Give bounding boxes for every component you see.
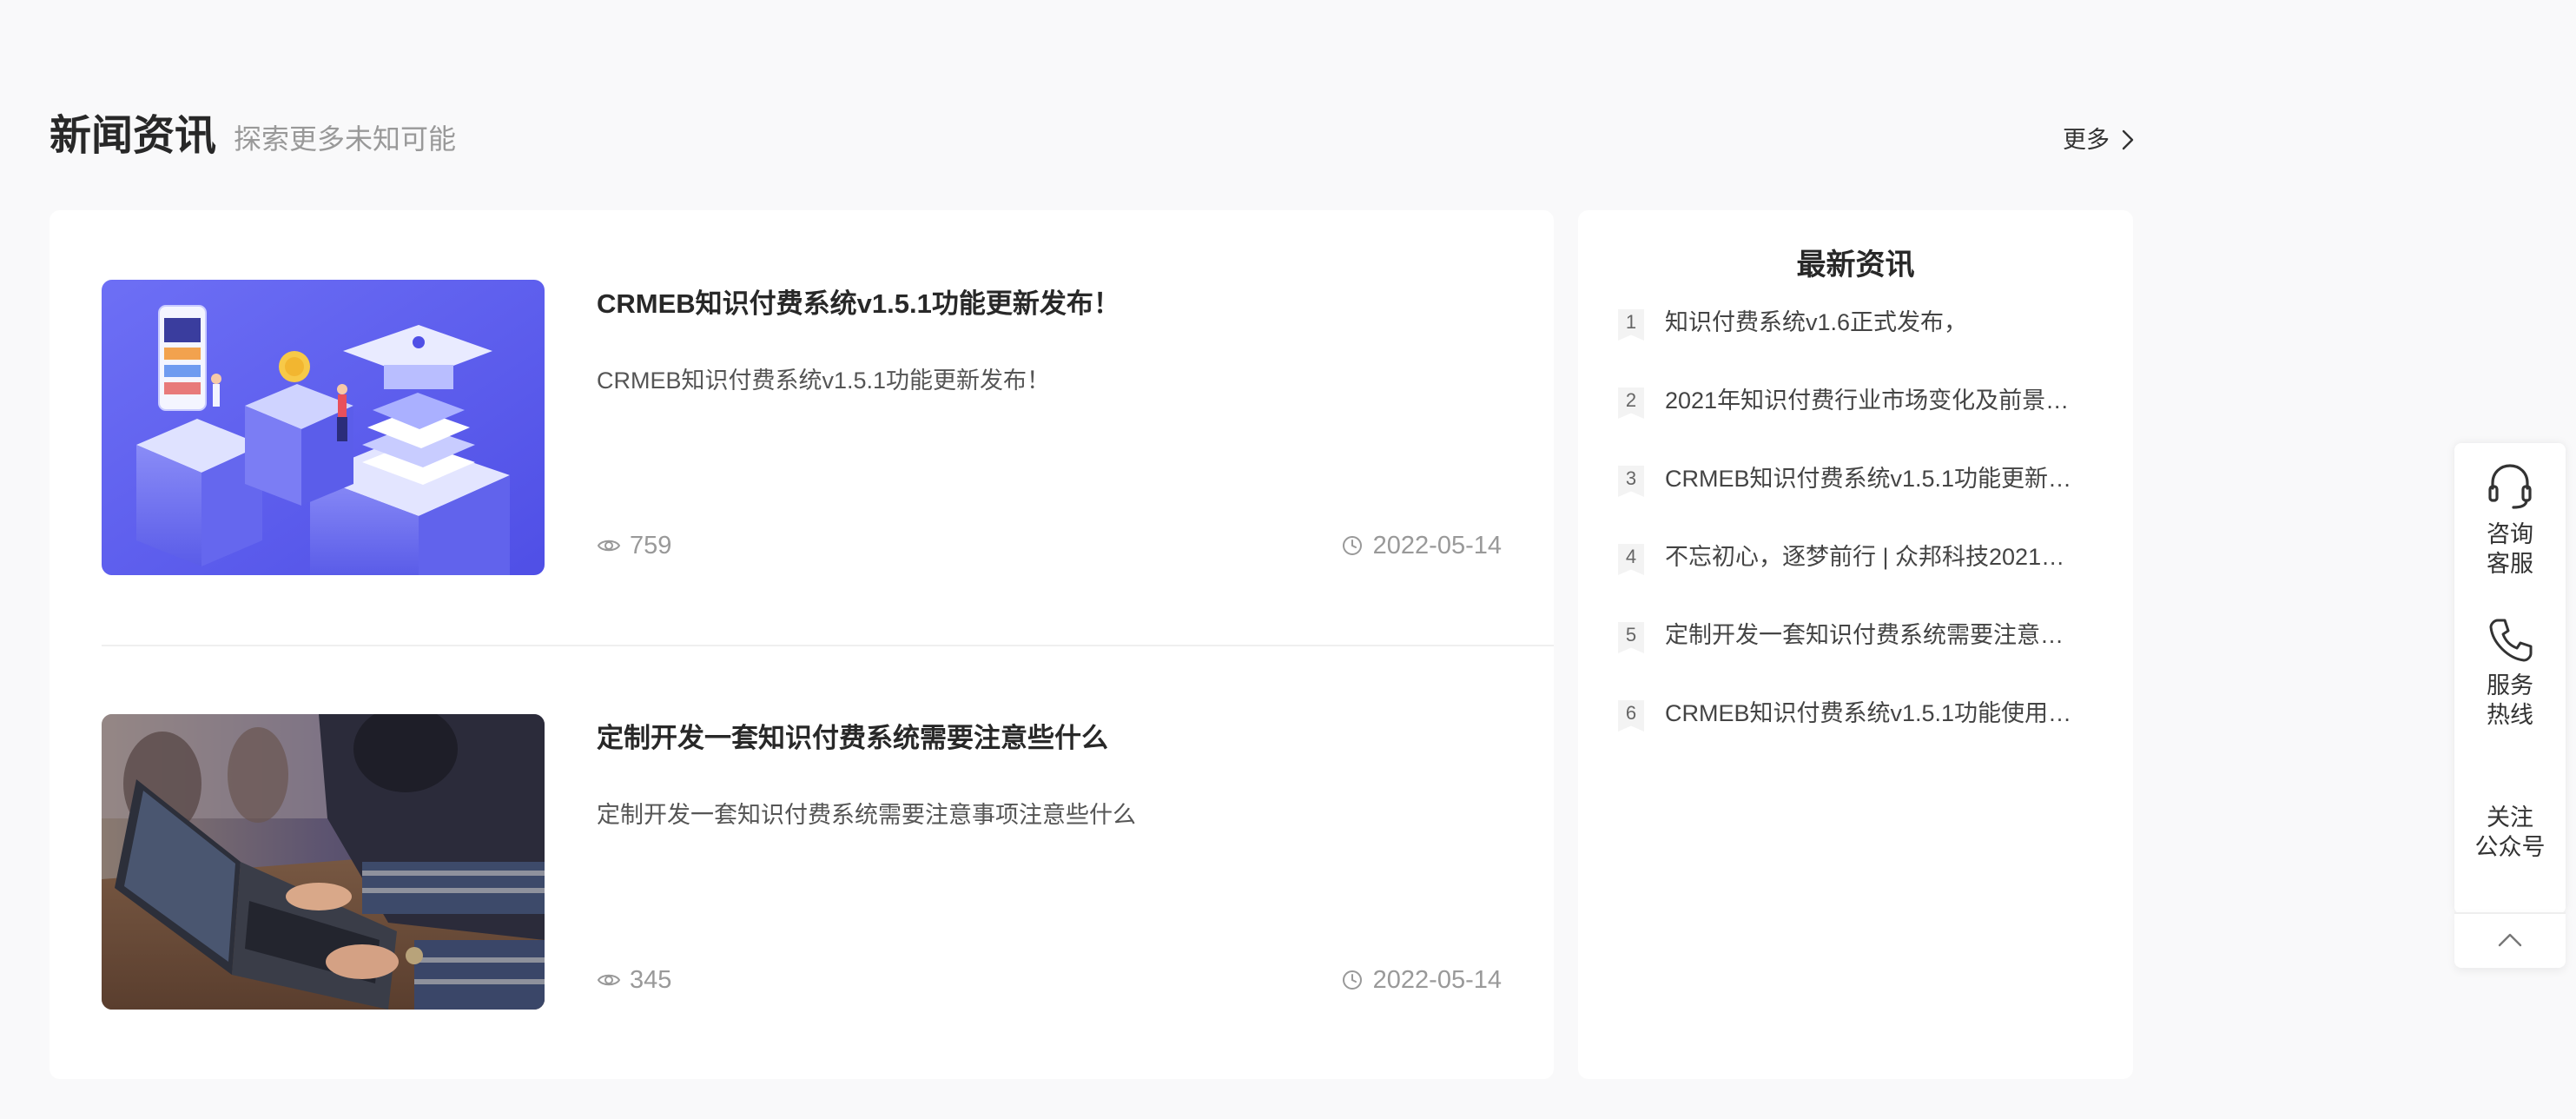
hotline-label-line1: 服务 bbox=[2487, 672, 2533, 699]
follow-label-line1: 关注 bbox=[2487, 804, 2533, 831]
article-thumbnail[interactable] bbox=[102, 280, 545, 575]
latest-news-item[interactable]: 3 CRMEB知识付费系统v1.5.1功能更新… bbox=[1618, 466, 2104, 544]
section-title: 新闻资讯 bbox=[50, 113, 217, 159]
news-article[interactable]: CRMEB知识付费系统v1.5.1功能更新发布！ CRMEB知识付费系统v1.5… bbox=[102, 280, 1554, 575]
rank-badge: 3 bbox=[1618, 466, 1644, 497]
latest-news-list: 1 知识付费系统v1.6正式发布， 2 2021年知识付费行业市场变化及前景… … bbox=[1618, 309, 2104, 778]
article-date-text: 2022-05-14 bbox=[1372, 532, 1502, 560]
news-list-panel: CRMEB知识付费系统v1.5.1功能更新发布！ CRMEB知识付费系统v1.5… bbox=[50, 210, 1554, 1079]
article-date: 2022-05-14 bbox=[1342, 963, 1502, 997]
more-link-label: 更多 bbox=[2063, 127, 2110, 153]
latest-news-text: 知识付费系统v1.6正式发布， bbox=[1665, 309, 1968, 335]
article-views-count: 759 bbox=[630, 532, 672, 560]
news-article[interactable]: 定制开发一套知识付费系统需要注意些什么 定制开发一套知识付费系统需要注意事项注意… bbox=[102, 714, 1554, 1010]
isometric-platform-illustration bbox=[102, 280, 545, 575]
follow-official-account-button[interactable]: 关注 公众号 bbox=[2454, 803, 2566, 862]
article-title[interactable]: CRMEB知识付费系统v1.5.1功能更新发布！ bbox=[597, 285, 1120, 323]
phone-icon bbox=[2489, 619, 2533, 662]
article-date-text: 2022-05-14 bbox=[1372, 966, 1502, 994]
section-subtitle: 探索更多未知可能 bbox=[234, 123, 457, 155]
latest-news-text: CRMEB知识付费系统v1.5.1功能更新… bbox=[1665, 466, 2072, 492]
follow-label-line2: 公众号 bbox=[2474, 834, 2546, 860]
chevron-up-icon bbox=[2498, 933, 2522, 947]
eye-icon bbox=[597, 974, 621, 986]
article-title[interactable]: 定制开发一套知识付费系统需要注意些什么 bbox=[597, 719, 1108, 758]
laptop-photo-illustration bbox=[102, 714, 545, 1010]
hotline-label-line2: 热线 bbox=[2487, 702, 2533, 728]
article-summary: CRMEB知识付费系统v1.5.1功能更新发布！ bbox=[597, 367, 1051, 394]
eye-icon bbox=[597, 540, 621, 552]
latest-news-item[interactable]: 4 不忘初心，逐梦前行 | 众邦科技2021… bbox=[1618, 544, 2104, 622]
clock-icon bbox=[1342, 536, 1362, 555]
chevron-right-icon bbox=[2122, 129, 2134, 150]
latest-news-item[interactable]: 2 2021年知识付费行业市场变化及前景… bbox=[1618, 387, 2104, 466]
latest-news-panel: 最新资讯 1 知识付费系统v1.6正式发布， 2 2021年知识付费行业市场变化… bbox=[1578, 210, 2133, 1079]
latest-news-item[interactable]: 5 定制开发一套知识付费系统需要注意… bbox=[1618, 622, 2104, 700]
article-views-count: 345 bbox=[630, 966, 672, 994]
rank-badge: 4 bbox=[1618, 544, 1644, 575]
article-summary: 定制开发一套知识付费系统需要注意事项注意些什么 bbox=[597, 802, 1136, 828]
consult-label-line1: 咨询 bbox=[2487, 521, 2533, 547]
latest-news-title: 最新资讯 bbox=[1796, 248, 1915, 281]
consult-label-line2: 客服 bbox=[2487, 551, 2533, 577]
floating-side-toolbar: 咨询 客服 服务 热线 关注 公众号 bbox=[2454, 443, 2566, 914]
more-link[interactable]: 更多 bbox=[2063, 122, 2134, 158]
consult-service-button[interactable]: 咨询 客服 bbox=[2454, 457, 2566, 579]
latest-news-item[interactable]: 1 知识付费系统v1.6正式发布， bbox=[1618, 309, 2104, 387]
back-to-top-button[interactable] bbox=[2454, 912, 2566, 968]
article-divider bbox=[102, 645, 1554, 646]
rank-badge: 2 bbox=[1618, 387, 1644, 419]
rank-badge: 1 bbox=[1618, 309, 1644, 341]
latest-news-text: CRMEB知识付费系统v1.5.1功能使用… bbox=[1665, 700, 2072, 726]
latest-news-item[interactable]: 6 CRMEB知识付费系统v1.5.1功能使用… bbox=[1618, 700, 2104, 778]
rank-badge: 5 bbox=[1618, 622, 1644, 653]
latest-news-text: 定制开发一套知识付费系统需要注意… bbox=[1665, 622, 2064, 648]
rank-badge: 6 bbox=[1618, 700, 1644, 732]
article-thumbnail[interactable] bbox=[102, 714, 545, 1010]
article-views: 759 bbox=[597, 528, 671, 563]
news-section-header: 新闻资讯 探索更多未知可能 更多 bbox=[50, 106, 2134, 167]
clock-icon bbox=[1342, 970, 1362, 990]
latest-news-text: 2021年知识付费行业市场变化及前景… bbox=[1665, 387, 2070, 414]
headset-icon bbox=[2488, 464, 2532, 509]
article-date: 2022-05-14 bbox=[1342, 528, 1502, 563]
latest-news-text: 不忘初心，逐梦前行 | 众邦科技2021… bbox=[1665, 544, 2065, 570]
article-views: 345 bbox=[597, 963, 671, 997]
service-hotline-button[interactable]: 服务 热线 bbox=[2454, 615, 2566, 730]
